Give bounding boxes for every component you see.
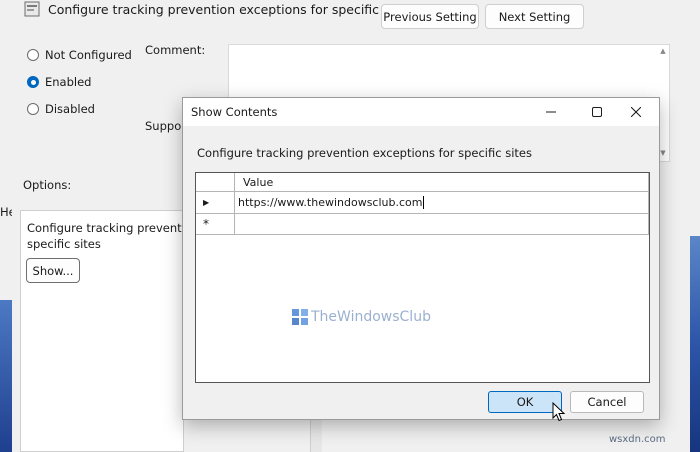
ok-button[interactable]: OK <box>488 391 562 413</box>
radio-enabled[interactable]: Enabled <box>27 75 91 89</box>
maximize-icon <box>592 107 602 117</box>
dialog-caption: Configure tracking prevention exceptions… <box>197 146 532 160</box>
policy-title: Configure tracking prevention exceptions… <box>48 2 413 17</box>
previous-setting-button[interactable]: Previous Setting <box>381 4 479 29</box>
supported-on-label: Supported on: <box>145 119 183 133</box>
next-setting-button[interactable]: Next Setting <box>485 4 584 29</box>
options-description: Configure tracking prevention specific s… <box>27 220 184 252</box>
mouse-pointer-icon <box>552 402 566 422</box>
row-header-current[interactable]: ▶ <box>196 192 235 214</box>
radio-label: Disabled <box>45 102 95 116</box>
radio-selected-icon[interactable] <box>27 76 39 88</box>
policy-setting-icon <box>24 1 40 17</box>
current-row-arrow-icon: ▶ <box>203 198 210 207</box>
minimize-icon <box>546 111 556 113</box>
site-watermark: wsxdn.com <box>609 434 666 445</box>
grid-corner-cell <box>196 173 235 192</box>
row-header-new[interactable]: * <box>196 214 235 235</box>
options-label: Options: <box>23 178 72 192</box>
grid-column-header[interactable]: Value <box>235 173 649 192</box>
radio-not-configured[interactable]: Not Configured <box>27 48 132 62</box>
radio-circle-icon[interactable] <box>27 49 39 61</box>
close-button[interactable] <box>613 98 659 126</box>
options-text-line: Configure tracking prevention <box>27 221 184 235</box>
text-caret <box>423 196 425 209</box>
show-contents-dialog: Show Contents Configure tracking prevent… <box>182 97 660 422</box>
thewindowsclub-logo-icon <box>292 309 308 325</box>
close-icon <box>631 107 641 117</box>
show-button[interactable]: Show... <box>26 258 80 283</box>
contents-grid[interactable]: Value ▶ https://www.thewindowsclub.com *… <box>195 172 650 383</box>
dialog-title: Show Contents <box>191 105 278 119</box>
cancel-button[interactable]: Cancel <box>570 391 644 413</box>
radio-label: Not Configured <box>45 48 132 62</box>
grid-value-cell[interactable] <box>235 214 649 235</box>
help-pane <box>310 420 322 452</box>
scroll-up-icon[interactable]: ▲ <box>658 46 668 56</box>
radio-circle-icon[interactable] <box>27 103 39 115</box>
help-label: Help: <box>0 205 12 219</box>
grid-value-text: https://www.thewindowsclub.com <box>238 196 423 209</box>
radio-label: Enabled <box>45 75 92 89</box>
desktop-wallpaper-left <box>0 300 12 452</box>
dialog-titlebar[interactable]: Show Contents <box>183 98 659 126</box>
comment-label: Comment: <box>145 43 206 57</box>
minimize-button[interactable] <box>528 98 574 126</box>
options-text-line: specific sites <box>27 237 101 251</box>
radio-disabled[interactable]: Disabled <box>27 102 95 116</box>
desktop-wallpaper-right <box>690 236 700 452</box>
thewindowsclub-watermark: TheWindowsClub <box>292 309 431 325</box>
new-row-asterisk-icon: * <box>203 217 209 231</box>
watermark-text: TheWindowsClub <box>311 309 431 325</box>
grid-value-cell[interactable]: https://www.thewindowsclub.com <box>235 192 649 214</box>
